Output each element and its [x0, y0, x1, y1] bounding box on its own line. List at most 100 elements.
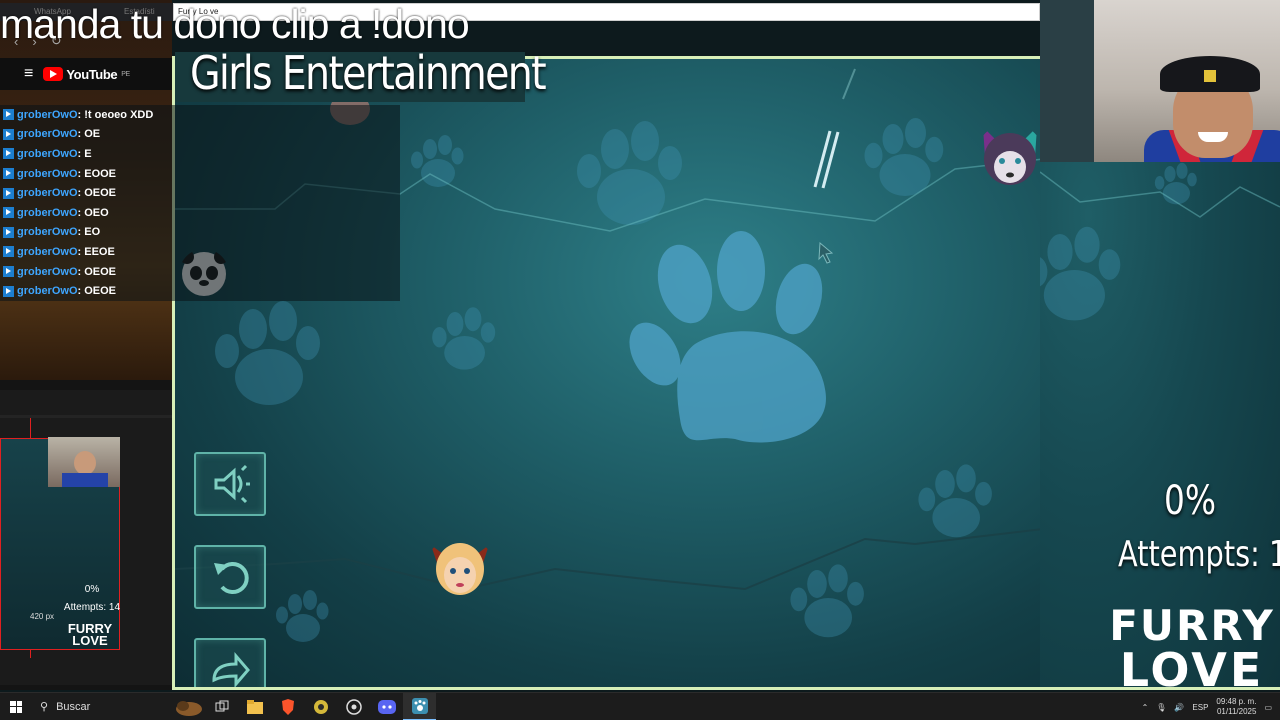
clock-date: 01/11/2025 [1216, 707, 1257, 716]
chat-message: groberOwO: OE [0, 125, 400, 145]
chat-badge-icon [3, 207, 14, 219]
chat-username[interactable]: groberOwO [17, 168, 78, 180]
stream-preview: 0% Attempts: 14 420 px FURRY LOVE [0, 390, 172, 685]
logo-line-2: LOVE [1119, 643, 1265, 697]
chevron-up-icon[interactable]: ⌃ [1142, 703, 1149, 712]
furry-love-logo: FURRY LOVE [1104, 601, 1280, 697]
preview-shirt [62, 473, 108, 487]
exit-button[interactable] [194, 638, 266, 687]
youtube-logo[interactable]: YouTube PE [43, 66, 130, 82]
chat-username[interactable]: groberOwO [17, 187, 78, 199]
file-explorer-button[interactable] [238, 693, 271, 720]
notification-icon[interactable]: ▭ [1264, 703, 1272, 712]
preview-brand: FURRY LOVE [67, 621, 113, 648]
speaker-icon [214, 464, 250, 504]
chat-username[interactable]: groberOwO [17, 266, 78, 278]
wolf-girl-avatar [983, 127, 1037, 185]
youtube-play-icon [43, 67, 64, 81]
start-button[interactable] [0, 693, 32, 720]
chat-badge-icon [3, 285, 14, 297]
chat-badge-icon [3, 109, 14, 121]
chat-username[interactable]: groberOwO [17, 109, 78, 121]
sound-button[interactable] [194, 452, 266, 516]
undo-icon [214, 562, 249, 594]
search-icon: ⚲ [40, 701, 49, 713]
chat-text: : OEOE [77, 187, 117, 200]
webcam-shelf [1040, 0, 1094, 162]
youtube-header: ≡ YouTube PE [0, 58, 172, 90]
youtube-region: PE [121, 70, 130, 78]
chat-message: groberOwO: OEOE [0, 281, 400, 301]
screen: ‹ › ↻ ≡ YouTube PE 0% Attempts: 14 420 p… [0, 0, 1280, 720]
big-paw-print [629, 231, 826, 443]
chat-badge-icon [3, 168, 14, 180]
folder-icon [246, 699, 263, 714]
chat-username[interactable]: groberOwO [17, 285, 78, 297]
chat-text: : OE [77, 128, 101, 141]
mouse-cursor-icon [818, 241, 834, 264]
chat-username[interactable]: groberOwO [17, 207, 78, 219]
restart-button[interactable] [194, 545, 266, 609]
chat-badge-icon [3, 226, 14, 238]
chat-text: : OEOE [77, 285, 117, 298]
chat-badge-icon [3, 187, 14, 199]
chat-badge-icon [3, 128, 14, 140]
microphone-icon[interactable]: 🎙 [1156, 703, 1166, 712]
hamburger-icon[interactable]: ≡ [24, 65, 33, 83]
obs-button[interactable] [337, 693, 370, 720]
progress-percent: 0% [1163, 478, 1217, 524]
chat-message: groberOwO: EEOE [0, 242, 400, 262]
chat-message: groberOwO: OEOE [0, 183, 400, 203]
discord-button[interactable] [370, 693, 403, 720]
wave-trail-fade [842, 68, 856, 100]
task-view-icon [215, 700, 228, 711]
language-indicator[interactable]: ESP [1192, 703, 1208, 712]
app-button[interactable] [304, 693, 337, 720]
attempts-counter: Attempts: 14 [1118, 534, 1280, 575]
chat-text: : OEO [77, 206, 109, 219]
weather-widget[interactable] [172, 693, 205, 720]
chat-username[interactable]: groberOwO [17, 148, 78, 160]
chrome-like-icon [313, 699, 328, 714]
paw-icon [411, 697, 428, 714]
chat-username[interactable]: groberOwO [17, 246, 78, 258]
chat-badge-icon [3, 148, 14, 160]
cap-logo [1204, 70, 1216, 82]
obs-icon [345, 698, 362, 715]
chat-message: groberOwO: !t oeoeo XDD [0, 105, 400, 125]
chat-message: groberOwO: E [0, 144, 400, 164]
lower-ridge [175, 528, 1040, 591]
bison-icon [175, 700, 202, 716]
brave-browser-button[interactable] [271, 693, 304, 720]
youtube-label: YouTube [66, 66, 118, 82]
chat-username[interactable]: groberOwO [17, 226, 78, 238]
exit-icon [212, 651, 250, 687]
chat-message: groberOwO: EO [0, 223, 400, 243]
donation-banner: manda tu dono clip a !dono [0, 2, 469, 40]
chat-message: groberOwO: OEOE [0, 262, 400, 282]
task-view-button[interactable] [205, 693, 238, 720]
preview-divider [0, 415, 172, 418]
clock-time: 09:48 p. m. [1216, 697, 1257, 706]
chat-text: : OEOE [77, 265, 117, 278]
chat-badge-icon [3, 266, 14, 278]
game-app-button[interactable] [403, 692, 436, 720]
webcam-feed [1040, 0, 1280, 162]
brave-icon [281, 698, 294, 715]
volume-icon[interactable]: 🔊 [1174, 703, 1184, 712]
chat-username[interactable]: groberOwO [17, 128, 78, 140]
chat-overlay: groberOwO: !t oeoeo XDD groberOwO: OE grob… [0, 105, 400, 301]
taskbar: ⚲ Buscar ⌃ 🎙 🔊 ESP 09:48 p. m. 01/11/202… [0, 692, 1280, 720]
discord-icon [377, 699, 396, 714]
chat-text: : EOOE [77, 167, 117, 180]
fox-girl-avatar [431, 543, 489, 595]
taskbar-search[interactable]: ⚲ Buscar [32, 693, 172, 720]
system-tray: ⌃ 🎙 🔊 ESP 09:48 p. m. 01/11/2025 ▭ [1142, 693, 1280, 720]
clock[interactable]: 09:48 p. m. 01/11/2025 [1216, 697, 1256, 717]
preview-size-label: 420 px [30, 612, 55, 621]
logo-line-1: FURRY [1109, 601, 1275, 650]
chat-message: groberOwO: EOOE [0, 164, 400, 184]
chat-text: : E [77, 147, 92, 160]
search-placeholder: Buscar [56, 700, 91, 713]
preview-percent: 0% [84, 584, 100, 595]
